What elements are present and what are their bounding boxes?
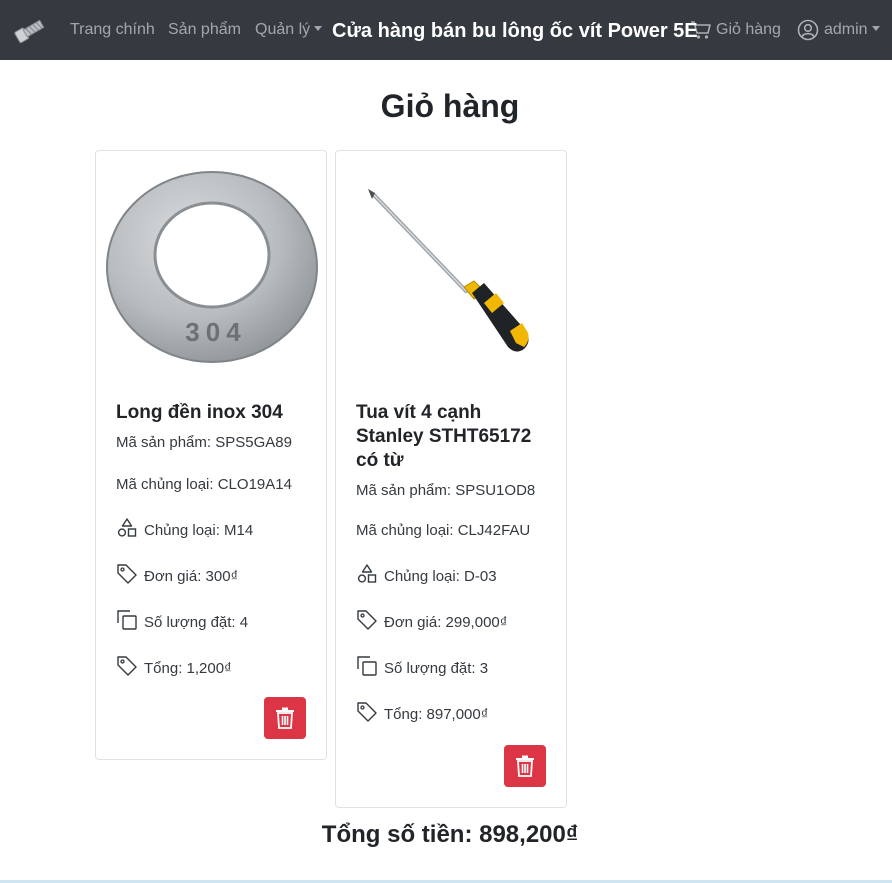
tag-icon [117,656,137,676]
subtotal-line: Tổng: 1,200₫ [116,656,310,679]
nav-link-home[interactable]: Trang chính [70,20,155,40]
nav-dropdown-manage-label: Quản lý [255,21,311,38]
subtotal-text: Tổng: 897,000₫ [384,706,489,723]
cart-item-card: 304 Long đền inox 304 Mã sản phẩm: SPS5G… [95,150,327,760]
quantity-line: Số lượng đặt: 4 [116,610,310,633]
quantity-line: Số lượng đặt: 3 [356,656,550,679]
product-code: Mã sản phẩm: SPS5GA89 [116,433,310,453]
page-title: Giỏ hàng [380,88,520,124]
copy-icon [117,610,137,630]
trash-icon [516,755,534,777]
trash-icon [276,707,294,729]
shapes-icon [357,564,377,583]
quantity-text: Số lượng đặt: 3 [384,660,489,677]
cart-item-card: Tua vít 4 cạnh Stanley STHT65172 có từ M… [335,150,567,808]
subtotal-text: Tổng: 1,200₫ [144,660,232,677]
chevron-down-icon [314,26,323,32]
subtotal-line: Tổng: 897,000₫ [356,702,550,725]
category-code-text: Mã chủng loại: CLO19A14 [116,476,292,493]
category-text: Chủng loại: M14 [144,522,254,539]
washer-stamp-304: 304 [185,317,246,347]
delete-button[interactable] [504,745,546,787]
unit-price-line: Đơn giá: 299,000₫ [356,610,550,633]
nav-dropdown-manage[interactable]: Quản lý [255,20,323,40]
product-code-text: Mã sản phẩm: SPS5GA89 [116,434,292,451]
unit-price-text: Đơn giá: 299,000₫ [384,614,508,631]
category-line: Chủng loại: M14 [116,518,310,541]
quantity-text: Số lượng đặt: 4 [144,614,249,631]
category-code: Mã chủng loại: CLO19A14 [116,475,310,495]
chevron-down-icon [871,26,880,32]
category-line: Chủng loại: D-03 [356,564,550,587]
category-code-text: Mã chủng loại: CLJ42FAU [356,522,531,539]
shapes-icon [117,518,137,537]
product-name: Long đền inox 304 [116,402,283,423]
user-circle-icon [797,19,819,41]
product-name: Tua vít 4 cạnh Stanley STHT65172 có từ [356,402,532,471]
product-code-text: Mã sản phẩm: SPSU1OD8 [356,482,536,499]
copy-icon [357,656,377,676]
unit-price-text: Đơn giá: 300₫ [144,568,239,585]
bolt-icon[interactable] [12,14,46,46]
brand-title[interactable]: Cửa hàng bán bu lông ốc vít Power 5E [332,19,698,43]
category-code: Mã chủng loại: CLJ42FAU [356,521,550,541]
tag-icon [117,564,137,584]
cart-total: Tổng số tiền: 898,200₫ [321,821,579,848]
tag-icon [357,702,377,722]
unit-price-line: Đơn giá: 300₫ [116,564,310,587]
delete-button[interactable] [264,697,306,739]
cart-icon [691,21,711,39]
nav-dropdown-user[interactable]: admin [824,20,880,40]
tag-icon [357,610,377,630]
nav-user-label: admin [824,21,868,38]
category-text: Chủng loại: D-03 [384,568,497,585]
nav-link-cart[interactable]: Giỏ hàng [716,20,781,40]
navbar: Trang chính Sản phẩm Quản lý Cửa hàng bá… [0,0,892,60]
product-code: Mã sản phẩm: SPSU1OD8 [356,481,550,501]
screwdriver-image [368,189,529,352]
washer-image: 304 [106,171,318,363]
nav-link-products[interactable]: Sản phẩm [168,20,241,40]
